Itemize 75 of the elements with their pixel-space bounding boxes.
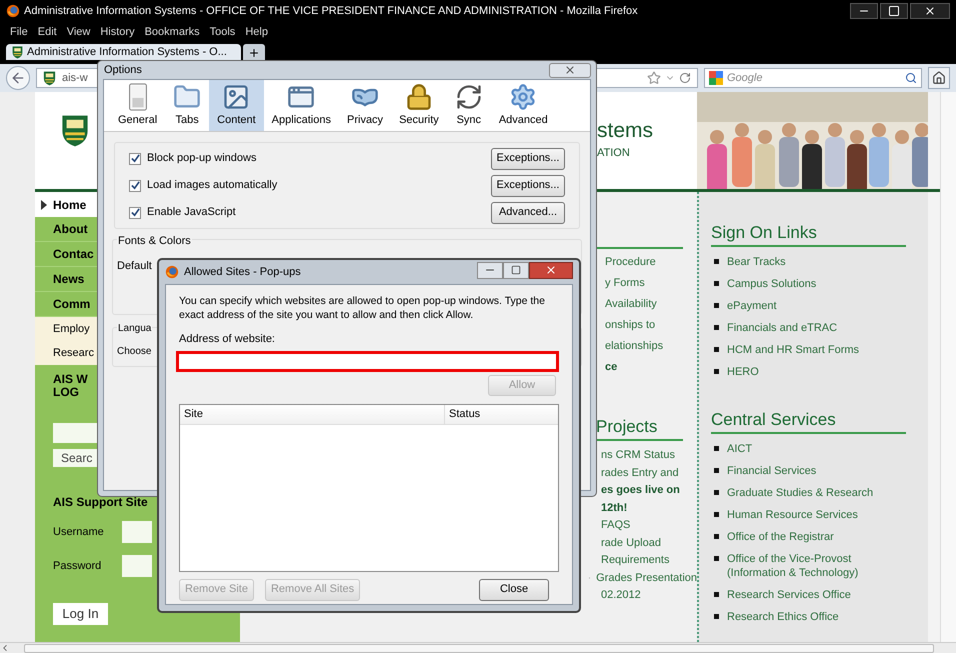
section-heading: LOG: [53, 386, 80, 399]
link[interactable]: Human Resource Services: [727, 508, 897, 522]
checkbox-label: Enable JavaScript: [147, 205, 236, 220]
link[interactable]: onships to: [605, 318, 697, 332]
toolbar-tab[interactable]: Content: [209, 80, 264, 131]
login-button[interactable]: Log In: [53, 603, 108, 625]
link[interactable]: HERO: [727, 365, 897, 379]
section-heading: Sign On Links: [711, 224, 906, 247]
exceptions-button[interactable]: Exceptions...: [491, 174, 565, 196]
close-button[interactable]: Close: [479, 578, 549, 600]
field-label: Username: [53, 524, 104, 540]
link[interactable]: ePayment: [727, 299, 897, 313]
link[interactable]: HCM and HR Smart Forms: [727, 343, 897, 357]
field-label: Password: [53, 558, 102, 574]
link[interactable]: Research Services Office: [727, 588, 897, 602]
toolbar-tab[interactable]: Security: [391, 80, 447, 131]
link[interactable]: Financials and eTRAC: [727, 321, 897, 335]
menu-item[interactable]: File: [10, 24, 28, 40]
dialog-title: Options: [103, 62, 142, 78]
link[interactable]: rades Entry and: [601, 466, 679, 480]
link[interactable]: ce: [605, 360, 697, 374]
dialog-title: Allowed Sites - Pop-ups: [184, 264, 301, 280]
search-placeholder: Google: [727, 70, 764, 86]
search-field[interactable]: Google: [704, 68, 922, 88]
link[interactable]: Procedure: [605, 255, 697, 269]
toolbar-tab[interactable]: General: [110, 80, 166, 131]
link[interactable]: Office of the Vice-Provost (Information & Technology): [727, 552, 897, 580]
description-text: You can specify which websites are allowed to open pop-up windows. Type the exact address of the site you want to allow and then click Allow.: [179, 294, 546, 322]
menu-item[interactable]: History: [100, 24, 135, 40]
menu-item[interactable]: Help: [245, 24, 268, 40]
link[interactable]: AICT: [727, 442, 897, 456]
site-subtitle: ATION: [597, 146, 631, 161]
link[interactable]: elationships: [605, 339, 697, 353]
menu-item[interactable]: Bookmarks: [144, 24, 200, 40]
toolbar-tab[interactable]: Applications: [264, 80, 339, 131]
column-header[interactable]: Site: [180, 404, 445, 424]
menu-item[interactable]: Tools: [210, 24, 236, 40]
toolbar-tab[interactable]: Privacy: [339, 80, 392, 131]
exceptions-button[interactable]: Advanced...: [491, 202, 565, 224]
link[interactable]: Office of the Registrar: [727, 530, 897, 544]
link[interactable]: Graduate Studies & Research: [727, 486, 897, 500]
browser-tab[interactable]: Administrative Information Systems - O...: [6, 44, 241, 60]
section-heading: AIS W: [53, 373, 89, 386]
section-heading: Projects: [596, 418, 658, 435]
link[interactable]: es goes live on: [601, 484, 680, 498]
link[interactable]: Availability: [605, 297, 697, 311]
site-title: stems: [597, 120, 654, 141]
toolbar-tab[interactable]: Sync: [446, 80, 491, 131]
column-header[interactable]: Status: [445, 404, 558, 424]
checkbox-label: Block pop-up windows: [147, 151, 256, 166]
menu-item[interactable]: Edit: [38, 24, 57, 40]
link[interactable]: Bear Tracks: [727, 255, 897, 269]
link[interactable]: Campus Solutions: [727, 277, 897, 291]
field-label: Default: [117, 258, 152, 274]
checkbox-label: Load images automatically: [147, 178, 278, 194]
toolbar-tab[interactable]: Advanced: [490, 80, 556, 131]
group-legend: Langua: [117, 321, 152, 336]
window-title: Administrative Information Systems - OFFICE OF THE VICE PRESIDENT FINANCE AND ADMINISTRATION - Mozilla Firefox: [24, 4, 638, 19]
toolbar-tab[interactable]: Tabs: [165, 80, 210, 131]
field-label: Choose: [117, 345, 152, 359]
section-heading: Central Services: [711, 411, 906, 434]
link[interactable]: Research Ethics Office: [727, 610, 897, 624]
link[interactable]: y Forms: [605, 276, 697, 290]
link[interactable]: ns CRM Status: [601, 449, 675, 462]
link[interactable]: Grades Presentation: [596, 572, 697, 585]
exceptions-button[interactable]: Exceptions...: [491, 148, 565, 170]
link[interactable]: Financial Services: [727, 464, 897, 478]
link[interactable]: rade Upload: [601, 536, 661, 550]
section-heading: AIS Support Site: [53, 494, 148, 511]
link[interactable]: FAQS: [601, 519, 630, 532]
link[interactable]: Requirements: [601, 554, 670, 568]
link[interactable]: 12th!: [601, 502, 628, 515]
field-label: Address of website:: [179, 332, 275, 347]
menu-item[interactable]: View: [66, 24, 90, 40]
link[interactable]: 02.2012: [601, 589, 641, 602]
